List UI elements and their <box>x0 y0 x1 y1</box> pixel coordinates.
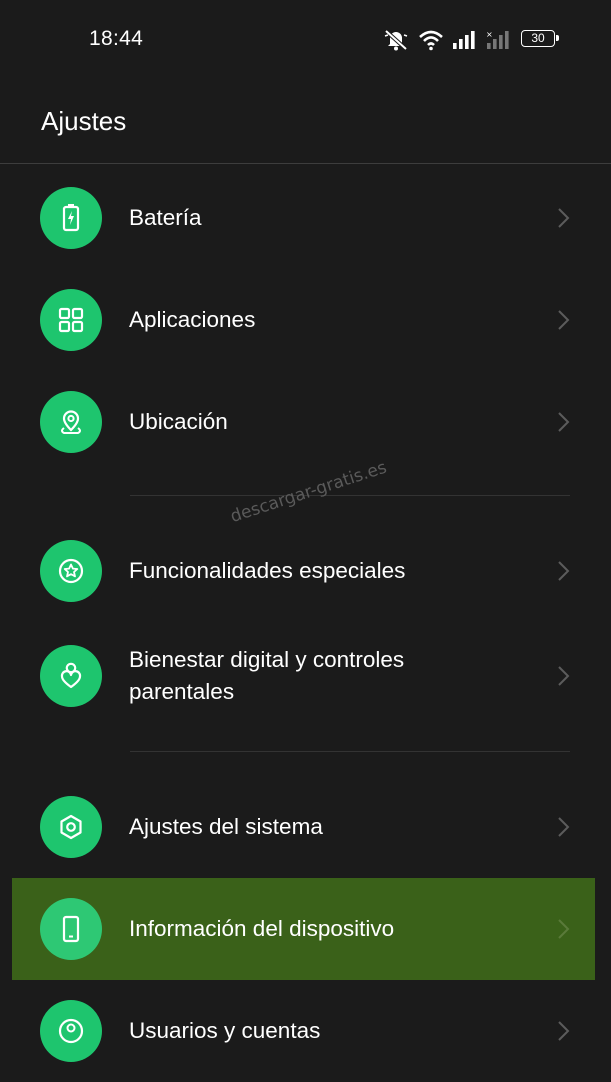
chevron-right-icon <box>558 666 570 686</box>
settings-item-users-accounts[interactable]: Usuarios y cuentas <box>12 980 595 1082</box>
settings-item-digital-wellbeing[interactable]: Bienestar digital y controles parentales <box>12 622 595 730</box>
settings-item-location[interactable]: Ubicación <box>12 371 595 473</box>
heart-person-icon <box>40 645 102 707</box>
chevron-right-icon <box>558 561 570 581</box>
settings-item-label: Bienestar digital y controles parentales <box>129 644 404 708</box>
battery-charging-icon <box>40 187 102 249</box>
settings-item-device-info[interactable]: Información del dispositivo <box>12 878 595 980</box>
apps-grid-icon <box>40 289 102 351</box>
hexagon-settings-icon <box>40 796 102 858</box>
settings-item-system-settings[interactable]: Ajustes del sistema <box>12 776 595 878</box>
wifi-icon <box>419 30 443 51</box>
group-divider <box>130 495 570 496</box>
svg-text:×: × <box>486 30 493 39</box>
battery-icon: 30 <box>521 30 559 47</box>
no-signal-icon: × <box>486 30 509 49</box>
group-divider <box>130 751 570 752</box>
chevron-right-icon <box>558 817 570 837</box>
signal-icon <box>453 31 475 49</box>
settings-item-label: Funcionalidades especiales <box>129 558 406 583</box>
label-line-2: parentales <box>129 679 235 704</box>
chevron-right-icon <box>558 412 570 432</box>
mute-icon <box>384 29 408 51</box>
settings-item-label: Ubicación <box>129 409 228 434</box>
settings-item-label: Información del dispositivo <box>129 916 395 941</box>
label-line-1: Bienestar digital y controles <box>129 647 405 672</box>
page-title: Ajustes <box>41 106 127 136</box>
status-bar: 18:44 × 30 <box>0 0 611 80</box>
status-time: 18:44 <box>89 27 144 50</box>
settings-item-label: Aplicaciones <box>129 307 256 332</box>
chevron-right-icon <box>558 310 570 330</box>
settings-item-battery[interactable]: Batería <box>12 167 595 269</box>
settings-item-special-features[interactable]: Funcionalidades especiales <box>12 520 595 622</box>
star-circle-icon <box>40 540 102 602</box>
settings-item-label: Ajustes del sistema <box>129 814 323 839</box>
divider <box>0 163 611 164</box>
chevron-right-icon <box>558 1021 570 1041</box>
user-icon <box>40 1000 102 1062</box>
settings-item-label: Usuarios y cuentas <box>129 1018 321 1043</box>
status-icons: × <box>382 27 512 53</box>
location-pin-icon <box>40 391 102 453</box>
phone-device-icon <box>40 898 102 960</box>
settings-item-apps[interactable]: Aplicaciones <box>12 269 595 371</box>
chevron-right-icon <box>558 919 570 939</box>
settings-item-label: Batería <box>129 205 202 230</box>
chevron-right-icon <box>558 208 570 228</box>
